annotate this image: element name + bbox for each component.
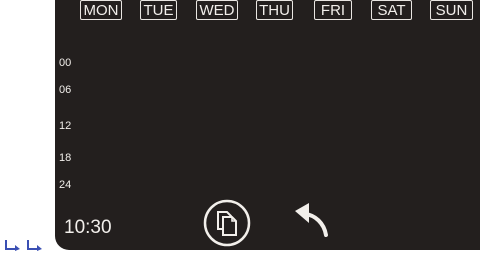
arrows-icon — [3, 238, 47, 252]
hour-label-06: 06 — [59, 84, 72, 96]
day-button-sun[interactable]: SUN — [430, 0, 473, 20]
back-arrow-icon — [295, 203, 328, 237]
day-button-tue[interactable]: TUE — [140, 0, 177, 20]
day-button-fri[interactable]: FRI — [314, 0, 352, 20]
schedule-screen: MON TUE WED THU FRI SAT SUN 00 06 12 18 … — [55, 0, 480, 250]
day-button-thu[interactable]: THU — [256, 0, 293, 20]
current-time: 10:30 — [64, 217, 112, 238]
hour-label-18: 18 — [59, 152, 72, 164]
hour-label-24: 24 — [59, 179, 72, 191]
day-button-wed[interactable]: WED — [196, 0, 238, 20]
copy-button[interactable] — [202, 198, 252, 248]
back-button[interactable] — [291, 199, 331, 239]
day-button-sat[interactable]: SAT — [371, 0, 412, 20]
hour-label-00: 00 — [59, 57, 72, 69]
day-button-mon[interactable]: MON — [80, 0, 122, 20]
hour-label-12: 12 — [59, 120, 72, 132]
copy-icon — [203, 199, 251, 247]
